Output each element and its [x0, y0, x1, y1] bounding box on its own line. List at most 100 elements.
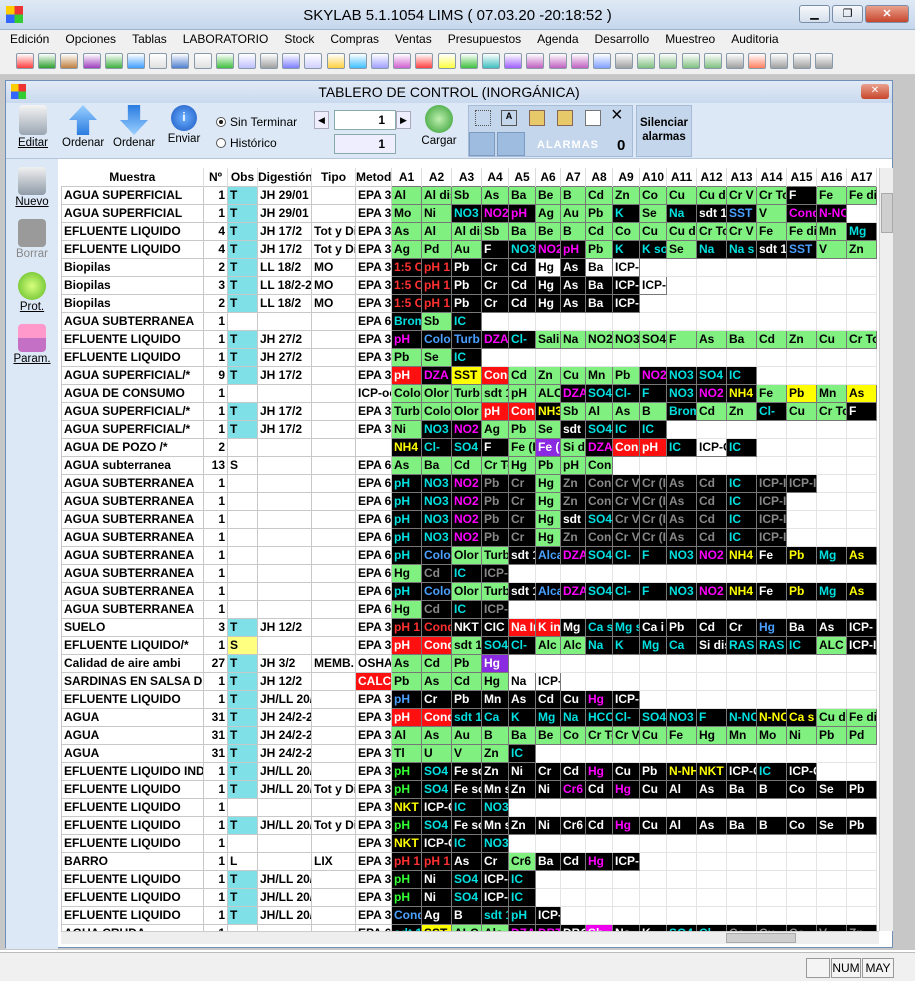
analysis-cell[interactable]	[639, 797, 667, 817]
numero-cell[interactable]: 1	[203, 923, 228, 931]
analysis-cell[interactable]: Cu	[786, 401, 817, 421]
tipo-cell[interactable]: LIX	[311, 851, 356, 871]
table-row[interactable]: Biopilas 3 T LL 18/2-2 MO EPA 3 1:5 CpH 1: Pb Cr…	[61, 275, 877, 295]
analysis-cell[interactable]: F	[639, 383, 667, 403]
analysis-cell[interactable]: NH4	[391, 437, 422, 457]
muestra-cell[interactable]: AGUA	[61, 707, 204, 727]
tipo-cell[interactable]: MEMB.	[311, 653, 356, 673]
numero-cell[interactable]: 1	[203, 581, 228, 601]
analysis-cell[interactable]: N-NO	[756, 707, 787, 727]
horizontal-scroll-thumb[interactable]	[726, 933, 796, 943]
analysis-cell[interactable]: ICP-O	[481, 869, 509, 889]
analysis-cell[interactable]	[666, 455, 697, 475]
analysis-cell[interactable]	[726, 653, 757, 673]
muestra-cell[interactable]: AGUA SUPERFICIAL	[61, 203, 204, 223]
analysis-cell[interactable]	[816, 905, 847, 925]
obs-cell[interactable]: T	[227, 185, 258, 205]
digestion-cell[interactable]	[257, 509, 312, 529]
analysis-cell[interactable]	[786, 365, 817, 385]
analysis-cell[interactable]: Cu	[666, 185, 697, 205]
metodo-cell[interactable]: EPA 6	[355, 455, 392, 475]
analysis-cell[interactable]	[756, 347, 787, 367]
tipo-cell[interactable]	[311, 419, 356, 439]
analysis-cell[interactable]: Pb	[585, 203, 613, 223]
toolbar-icon-35[interactable]	[792, 53, 811, 69]
muestra-cell[interactable]: AGUA SUPERFICIAL	[61, 185, 204, 205]
digestion-cell[interactable]	[257, 851, 312, 871]
obs-cell[interactable]	[227, 599, 258, 619]
obs-cell[interactable]: T	[227, 653, 258, 673]
tipo-cell[interactable]	[311, 581, 356, 601]
analysis-cell[interactable]	[612, 311, 640, 331]
analysis-cell[interactable]: sdt 1	[696, 203, 727, 223]
obs-cell[interactable]: T	[227, 743, 258, 763]
analysis-cell[interactable]: Be	[535, 725, 561, 745]
digestion-cell[interactable]: JH 24/2-2	[257, 743, 312, 763]
analysis-cell[interactable]: Cr To	[816, 401, 847, 421]
analysis-cell[interactable]	[560, 833, 586, 853]
numero-cell[interactable]: 1	[203, 635, 228, 655]
editar-button[interactable]: Editar	[14, 105, 52, 149]
analysis-cell[interactable]: DZA	[481, 329, 509, 349]
analysis-cell[interactable]	[846, 311, 877, 331]
analysis-cell[interactable]: Ba	[726, 329, 757, 349]
analysis-cell[interactable]: sdt	[560, 509, 586, 529]
analysis-cell[interactable]: B	[481, 725, 509, 745]
analysis-cell[interactable]	[585, 671, 613, 691]
analysis-cell[interactable]: Cr	[481, 257, 509, 277]
toolbar-icon-31[interactable]	[703, 53, 722, 69]
tipo-cell[interactable]	[311, 671, 356, 691]
analysis-cell[interactable]: Cr (I	[639, 491, 667, 511]
analysis-cell[interactable]: Mg	[846, 221, 877, 241]
tipo-cell[interactable]	[311, 833, 356, 853]
analysis-cell[interactable]	[696, 563, 727, 583]
toolbar-icon-33[interactable]	[748, 53, 767, 69]
metodo-cell[interactable]: EPA 3	[355, 851, 392, 871]
analysis-cell[interactable]: ICP-O	[726, 761, 757, 781]
analysis-cell[interactable]: pH	[391, 815, 422, 835]
analysis-cell[interactable]: Mg s	[612, 617, 640, 637]
analysis-cell[interactable]: DZA	[560, 545, 586, 565]
analysis-cell[interactable]: Mg	[535, 707, 561, 727]
analysis-cell[interactable]: ICP-	[612, 851, 640, 871]
metodo-cell[interactable]: EPA 6	[355, 563, 392, 583]
analysis-cell[interactable]	[696, 797, 727, 817]
analysis-cell[interactable]: As	[696, 329, 727, 349]
numero-cell[interactable]: 1	[203, 905, 228, 925]
analysis-cell[interactable]: Olor	[451, 581, 482, 601]
analysis-cell[interactable]: pH	[391, 779, 422, 799]
analysis-cell[interactable]	[756, 311, 787, 331]
analysis-cell[interactable]: NO3	[612, 329, 640, 349]
analysis-cell[interactable]: As	[612, 401, 640, 421]
analysis-cell[interactable]	[786, 563, 817, 583]
analysis-cell[interactable]	[816, 851, 847, 871]
tipo-cell[interactable]: Tot y Di	[311, 239, 356, 259]
analysis-cell[interactable]: pH 1:	[421, 293, 452, 313]
analysis-cell[interactable]: Cd	[585, 185, 613, 205]
analysis-cell[interactable]: Cond	[391, 905, 422, 925]
analysis-cell[interactable]	[786, 743, 817, 763]
digestion-cell[interactable]: JH/LL 20/	[257, 905, 312, 925]
analysis-cell[interactable]: SST	[786, 239, 817, 259]
digestion-cell[interactable]	[257, 455, 312, 475]
analysis-cell[interactable]	[585, 743, 613, 763]
analysis-cell[interactable]	[726, 743, 757, 763]
analysis-cell[interactable]	[786, 347, 817, 367]
cargar-button[interactable]: Cargar	[419, 105, 459, 147]
tipo-cell[interactable]: MO	[311, 293, 356, 313]
analysis-cell[interactable]: pH	[481, 401, 509, 421]
analysis-cell[interactable]: Cr To	[846, 329, 877, 349]
analysis-cell[interactable]: Co	[639, 185, 667, 205]
table-row[interactable]: AGUA SUBTERRANEA1 EPA 6pHColorOlorTurbsdt…	[61, 545, 877, 565]
digestion-cell[interactable]	[257, 833, 312, 853]
analysis-cell[interactable]: Cl-	[756, 401, 787, 421]
analysis-cell[interactable]: Cu di	[696, 185, 727, 205]
analysis-cell[interactable]: SO4	[639, 329, 667, 349]
analysis-cell[interactable]	[535, 887, 561, 907]
analysis-cell[interactable]	[816, 293, 847, 313]
analysis-cell[interactable]	[560, 905, 586, 925]
analysis-cell[interactable]: Al dis	[451, 221, 482, 241]
analysis-cell[interactable]: Hg	[391, 563, 422, 583]
analysis-cell[interactable]	[585, 797, 613, 817]
analysis-cell[interactable]: Na	[508, 671, 536, 691]
